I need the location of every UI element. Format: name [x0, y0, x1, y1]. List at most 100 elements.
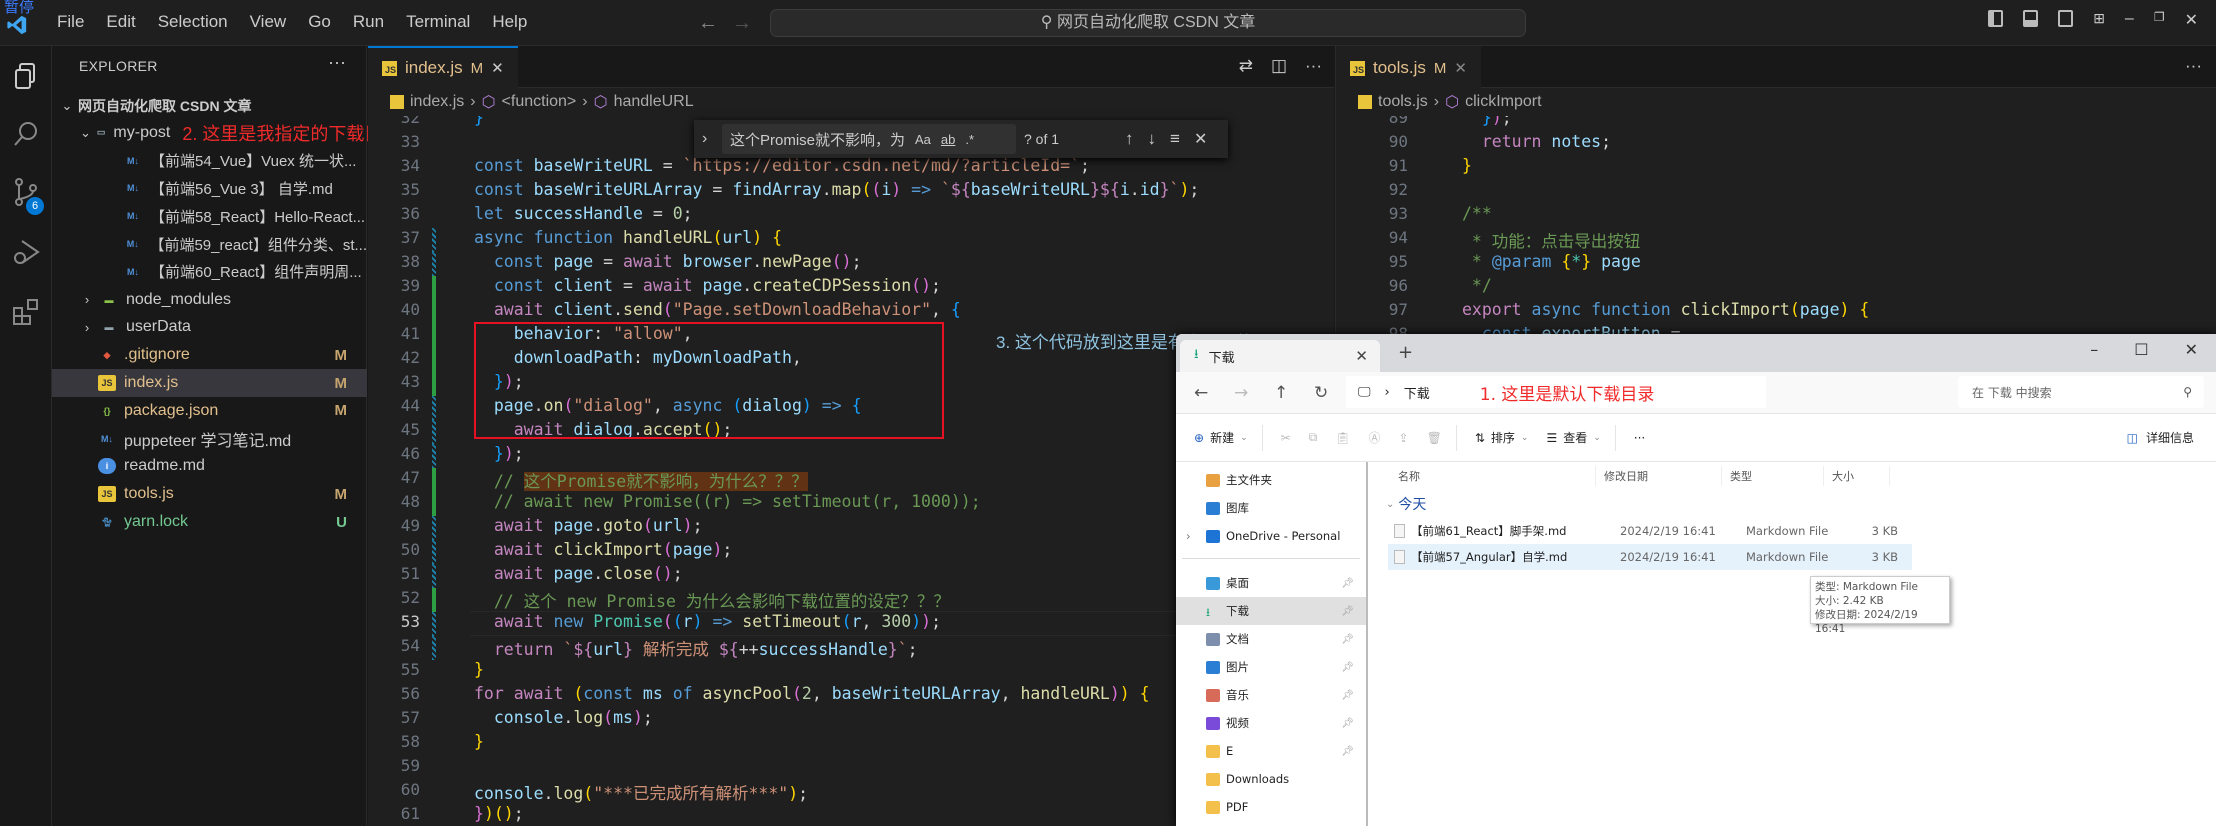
tree-item[interactable]: 🐈︎ yarn.lock U: [52, 508, 367, 536]
code-line[interactable]: export async function clickImport(page) …: [1462, 300, 1869, 319]
code-line[interactable]: })();: [474, 804, 524, 823]
up-icon[interactable]: ↑: [1274, 383, 1296, 403]
nav-item-folder[interactable]: E 📌︎: [1176, 737, 1366, 765]
code-line[interactable]: for await (const ms of asyncPool(2, base…: [474, 684, 1150, 703]
menu-view[interactable]: View: [239, 12, 298, 32]
close-tab-icon[interactable]: ✕: [1355, 347, 1368, 365]
tree-item[interactable]: M↓ 【前端59_react】组件分类、st...: [52, 230, 367, 258]
nav-item-music[interactable]: 音乐 📌︎: [1176, 681, 1366, 709]
git-gutter-marker[interactable]: [432, 228, 436, 252]
column-type[interactable]: 类型: [1722, 466, 1824, 486]
run-debug-icon[interactable]: [10, 236, 42, 268]
code-line[interactable]: // await new Promise((r) => setTimeout(r…: [474, 492, 981, 511]
code-line[interactable]: const client = await page.createCDPSessi…: [474, 276, 941, 295]
git-gutter-marker[interactable]: [432, 372, 436, 396]
git-gutter-marker[interactable]: [432, 396, 436, 420]
menu-go[interactable]: Go: [297, 12, 342, 32]
path-segment[interactable]: 下载: [1404, 383, 1430, 402]
code-line[interactable]: }: [474, 732, 484, 751]
breadcrumb-handleurl[interactable]: handleURL: [614, 93, 694, 111]
minimize-button[interactable]: –: [2090, 340, 2098, 359]
tree-item[interactable]: M↓ 【前端60_React】组件声明周...: [52, 258, 367, 286]
menu-run[interactable]: Run: [342, 12, 395, 32]
code-line[interactable]: * 功能：点击导出按钮: [1462, 228, 1640, 252]
next-match-icon[interactable]: ↓: [1148, 129, 1157, 149]
menu-edit[interactable]: Edit: [95, 12, 146, 32]
explorer-tab[interactable]: ⭳ 下载 ✕: [1180, 340, 1380, 372]
editor-more-icon[interactable]: ···: [2185, 56, 2202, 76]
more-button[interactable]: ···: [1634, 431, 1645, 445]
tree-item[interactable]: M↓ puppeteer 学习笔记.md: [52, 425, 367, 453]
cut-icon[interactable]: ✂: [1281, 431, 1291, 445]
code-line[interactable]: /**: [1462, 204, 1492, 223]
code-line[interactable]: let successHandle = 0;: [474, 204, 693, 223]
git-gutter-marker[interactable]: [432, 252, 436, 276]
chevron-right-icon[interactable]: ›: [1186, 529, 1191, 543]
sort-button[interactable]: ⇅ 排序 ⌄: [1475, 429, 1529, 446]
customize-layout-icon[interactable]: ⊞: [2093, 10, 2105, 30]
close-tab-icon[interactable]: ✕: [1454, 59, 1467, 77]
menu-help[interactable]: Help: [481, 12, 538, 32]
nav-item-video[interactable]: 视频 📌︎: [1176, 709, 1366, 737]
maximize-button[interactable]: ☐: [2134, 340, 2148, 359]
find-in-selection-icon[interactable]: ≡: [1170, 129, 1180, 149]
back-icon[interactable]: ←: [1194, 383, 1216, 403]
git-gutter-marker[interactable]: [432, 444, 436, 468]
toggle-replace-icon[interactable]: ›: [702, 130, 707, 148]
previous-match-icon[interactable]: ↑: [1125, 129, 1134, 149]
file-row[interactable]: 【前端61_React】脚手架.md 2024/2/19 16:41 Markdow…: [1388, 518, 1912, 544]
tree-item[interactable]: ◆ .gitignore M: [52, 341, 367, 369]
group-header-today[interactable]: ⌄ 今天: [1372, 490, 2216, 518]
code-line[interactable]: return notes;: [1462, 132, 1611, 151]
split-editor-icon[interactable]: ◫: [1271, 56, 1287, 76]
close-window-button[interactable]: ✕: [2185, 340, 2198, 359]
git-gutter-marker[interactable]: [432, 300, 436, 324]
code-line[interactable]: console.log(ms);: [474, 708, 653, 727]
address-bar[interactable]: 🖵 › 下载 1. 这里是默认下载目录: [1346, 376, 1766, 408]
code-line[interactable]: await client.send("Page.setDownloadBehav…: [474, 300, 961, 319]
git-gutter-marker[interactable]: [432, 636, 436, 660]
git-gutter-marker[interactable]: [432, 540, 436, 564]
close-window-button[interactable]: ✕: [2185, 10, 2198, 30]
minimize-button[interactable]: –: [2125, 10, 2134, 30]
code-line[interactable]: console.log("***已完成所有解析***");: [474, 780, 808, 804]
breadcrumb-function[interactable]: <function>: [502, 93, 577, 111]
tree-item[interactable]: M↓ 【前端58_React】Hello-React...: [52, 202, 367, 230]
refresh-icon[interactable]: ↻: [1314, 383, 1336, 403]
tree-item[interactable]: JS index.js M: [52, 369, 367, 397]
code-line[interactable]: await page.close();: [474, 564, 683, 583]
breadcrumb-file[interactable]: tools.js: [1378, 93, 1428, 111]
nav-item-pictures[interactable]: 图片 📌︎: [1176, 653, 1366, 681]
column-date[interactable]: 修改日期: [1596, 466, 1722, 486]
code-line[interactable]: await page.goto(url);: [474, 516, 703, 535]
tree-item[interactable]: M↓ 【前端54_Vue】Vuex 统一状...: [52, 147, 367, 175]
code-line[interactable]: const page = await browser.newPage();: [474, 252, 862, 271]
regex-toggle[interactable]: .*: [965, 132, 974, 147]
command-center-search[interactable]: ⚲ 网页自动化爬取 CSDN 文章: [770, 9, 1526, 37]
close-tab-icon[interactable]: ✕: [491, 59, 504, 77]
nav-item-folder[interactable]: Downloads: [1176, 765, 1366, 793]
tree-item[interactable]: i readme.md: [52, 453, 367, 481]
extensions-icon[interactable]: [10, 296, 42, 328]
git-gutter-marker[interactable]: [432, 420, 436, 444]
tree-item[interactable]: › ▬ node_modules: [52, 286, 367, 314]
nav-item-gallery[interactable]: 图库: [1176, 494, 1366, 522]
git-gutter-marker[interactable]: [432, 348, 436, 372]
git-gutter-marker[interactable]: [432, 324, 436, 348]
tree-item[interactable]: {} package.json M: [52, 397, 367, 425]
nav-item-download[interactable]: ⭳ 下载 📌︎: [1176, 597, 1366, 625]
rename-icon[interactable]: Ⓐ: [1369, 429, 1381, 446]
nav-item-cloud[interactable]: › OneDrive - Personal: [1176, 522, 1366, 550]
tree-item[interactable]: JS tools.js M: [52, 480, 367, 508]
code-line[interactable]: // 这个Promise就不影响，为什么？？？: [474, 468, 808, 492]
column-size[interactable]: 大小: [1824, 466, 1890, 486]
sidebar-more-button[interactable]: ···: [328, 52, 346, 73]
git-gutter-marker[interactable]: [432, 516, 436, 540]
code-line[interactable]: }: [474, 116, 484, 127]
git-gutter-marker[interactable]: [432, 468, 436, 492]
delete-icon[interactable]: 🗑︎: [1427, 431, 1442, 445]
close-find-icon[interactable]: ✕: [1194, 129, 1207, 149]
code-line[interactable]: // 这个 new Promise 为什么会影响下载位置的设定？？？: [474, 588, 950, 612]
explorer-search-input[interactable]: 在 下载 中搜索 ⚲: [1958, 376, 2204, 408]
code-line[interactable]: const baseWriteURL = `https://editor.csd…: [474, 156, 1090, 175]
